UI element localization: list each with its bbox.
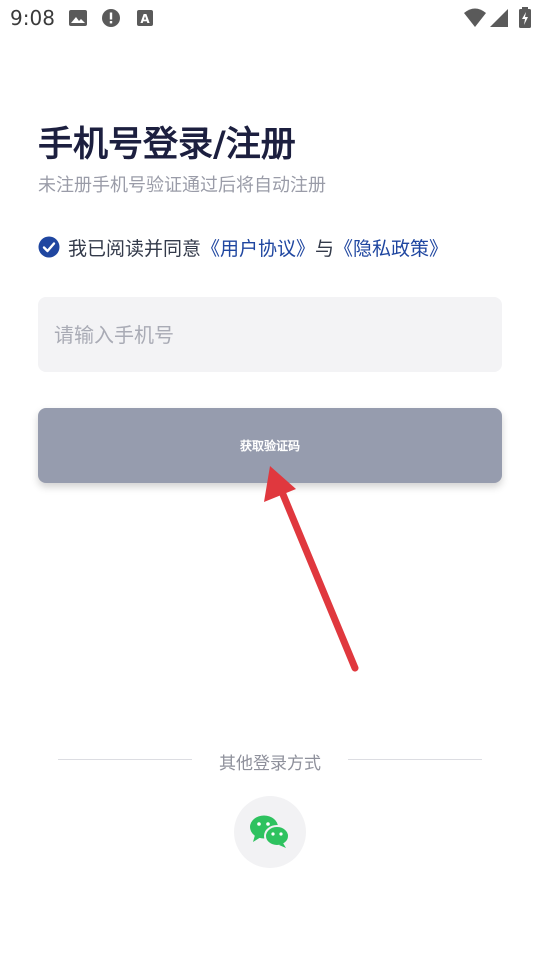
a-icon: A [137,10,153,26]
wechat-login-button[interactable] [234,796,306,868]
phone-input[interactable] [38,297,502,372]
wechat-icon [250,815,290,848]
battery-charging-icon [519,7,531,28]
login-screen: 9:08 A 手机号登录/注册 未注册手机号验证通过后将自动注册 我已阅读并同意… [0,0,540,960]
svg-text:A: A [140,12,150,26]
status-time: 9:08 [10,6,55,30]
privacy-policy-link[interactable]: 《隐私政策》 [334,234,448,261]
checkbox-checked-icon[interactable] [38,236,60,258]
user-agreement-link[interactable]: 《用户协议》 [201,234,315,261]
gallery-icon [69,10,87,26]
page-title: 手机号登录/注册 [38,125,296,165]
other-login-label: 其他登录方式 [219,754,321,774]
alert-icon [102,9,120,27]
status-bar: 9:08 A [0,0,540,36]
page-subtitle: 未注册手机号验证通过后将自动注册 [38,175,326,196]
wifi-icon [464,8,486,27]
signal-icon [490,9,508,27]
divider-right [348,759,482,760]
agreement-joiner: 与 [315,237,335,260]
agreement-row: 我已阅读并同意 《用户协议》 与 《隐私政策》 [38,234,448,260]
get-code-button[interactable]: 获取验证码 [38,408,502,483]
agreement-prefix: 我已阅读并同意 [68,237,202,260]
